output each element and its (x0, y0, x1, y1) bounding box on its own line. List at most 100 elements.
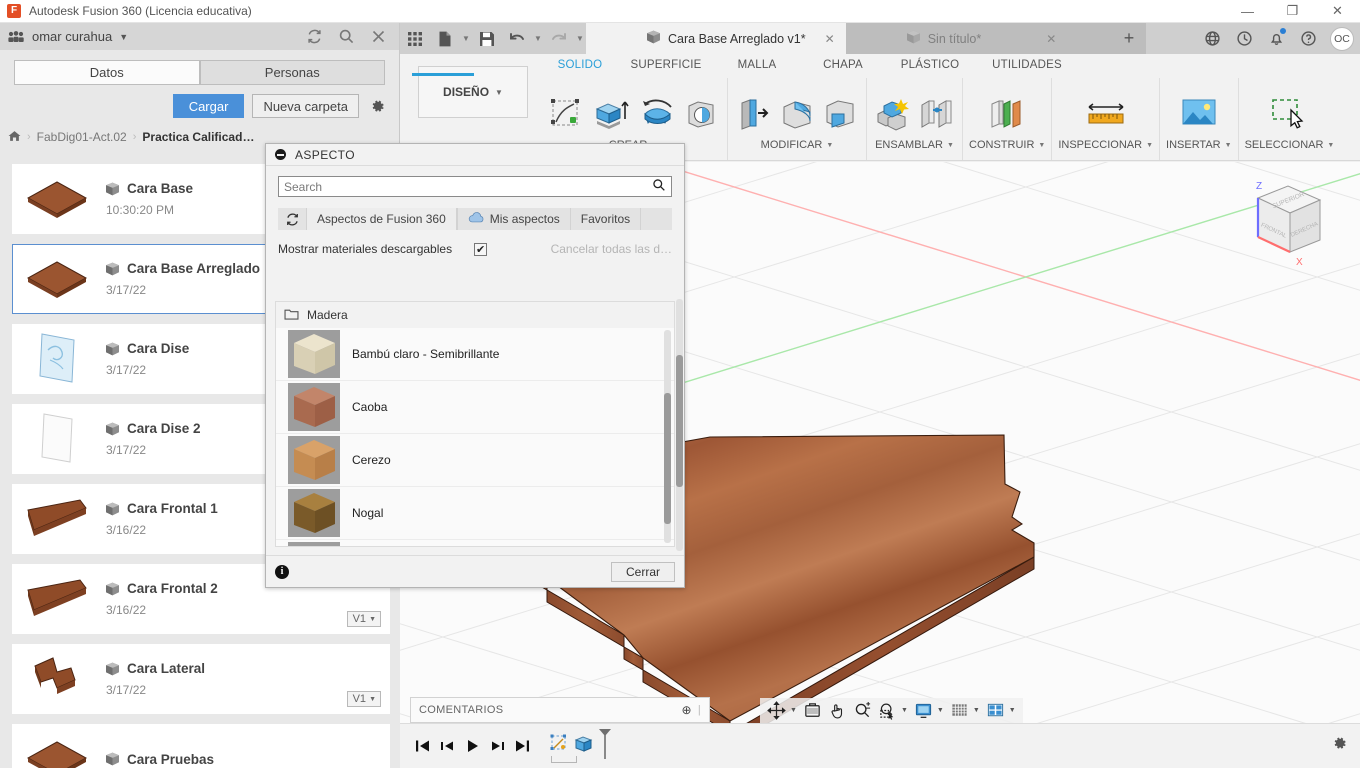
aspecto-dialog[interactable]: ASPECTO Aspectos de Fusion 360 Mis aspec… (265, 143, 685, 588)
material-rows[interactable]: Bambú claro - SemibrillanteCaobaCerezoNo… (276, 328, 674, 547)
sketch-feature-icon[interactable] (549, 733, 571, 758)
insert-image-icon[interactable] (1176, 92, 1222, 136)
material-list-scrollbar[interactable] (664, 330, 671, 543)
timeline-marker[interactable] (597, 728, 613, 763)
chevron-down-icon[interactable]: ▼ (574, 34, 586, 43)
refresh-icon[interactable] (305, 28, 323, 46)
play-icon[interactable] (460, 731, 485, 761)
zoom-window-icon[interactable] (875, 698, 900, 723)
undo-icon[interactable] (502, 23, 532, 54)
search-input[interactable] (284, 180, 652, 194)
close-icon[interactable]: ✕ (1315, 0, 1360, 23)
material-row[interactable]: Bambú claro - Semibrillante (276, 328, 674, 381)
comments-bar[interactable]: COMENTARIOS ⊕ | (410, 697, 710, 723)
chevron-down-icon[interactable]: ▼ (972, 707, 983, 714)
restore-icon[interactable]: ❐ (1270, 0, 1315, 23)
breadcrumb-item-0[interactable]: FabDig01-Act.02 (37, 130, 127, 144)
extrude-icon[interactable] (589, 92, 635, 136)
collapse-icon[interactable] (275, 149, 286, 160)
material-list-scrollbar-thumb[interactable] (664, 393, 671, 524)
material-row[interactable]: Pino (276, 540, 674, 547)
hole-icon[interactable] (681, 92, 721, 136)
comments-resize-handle[interactable]: | (698, 704, 701, 716)
tab-aspectos-de-fusion-360[interactable]: Aspectos de Fusion 360 (306, 208, 457, 230)
ribbon-tab-solido[interactable]: SOLIDO (540, 59, 620, 71)
revolve-icon[interactable] (638, 92, 678, 136)
timeline-settings-icon[interactable] (1331, 735, 1348, 757)
add-comment-icon[interactable]: ⊕ (681, 703, 691, 717)
refresh-icon[interactable] (278, 208, 306, 230)
ribbon-tab-utilidades[interactable]: UTILIDADES (976, 59, 1078, 71)
aspecto-material-list[interactable]: Madera Bambú claro - SemibrillanteCaobaC… (275, 301, 675, 547)
search-icon[interactable] (652, 178, 666, 195)
close-icon[interactable]: ✕ (1046, 32, 1056, 46)
material-row[interactable]: Nogal (276, 487, 674, 540)
version-dropdown[interactable]: V1▼ (347, 691, 381, 707)
new-component-icon[interactable] (873, 92, 913, 136)
notifications-bell-icon[interactable] (1260, 23, 1292, 54)
upload-button[interactable]: Cargar (173, 94, 245, 118)
chevron-down-icon[interactable]: ▼ (789, 707, 800, 714)
extrude-feature-icon[interactable] (573, 733, 595, 758)
close-button[interactable]: Cerrar (611, 562, 675, 582)
aspecto-search-box[interactable] (278, 176, 672, 197)
gear-icon[interactable] (367, 96, 387, 116)
app-grid-icon[interactable] (400, 23, 430, 54)
chevron-down-icon[interactable]: ▼ (1008, 707, 1019, 714)
material-row[interactable]: Caoba (276, 381, 674, 434)
window-select-icon[interactable] (1266, 92, 1312, 136)
avatar[interactable]: OC (1330, 27, 1354, 51)
version-dropdown[interactable]: V1▼ (347, 611, 381, 627)
chevron-down-icon[interactable]: ▼ (936, 707, 947, 714)
offset-plane-icon[interactable] (984, 92, 1030, 136)
fillet-icon[interactable] (777, 92, 817, 136)
home-icon[interactable] (8, 130, 21, 145)
ribbon-tab-superficie[interactable]: SUPERFICIE (620, 59, 712, 71)
search-icon[interactable] (337, 28, 355, 46)
orbit-icon[interactable] (764, 698, 789, 723)
chevron-down-icon[interactable]: ▼ (119, 32, 128, 42)
close-panel-icon[interactable] (369, 28, 387, 46)
pan-icon[interactable] (825, 698, 850, 723)
document-tab-0[interactable]: Cara Base Arreglado v1* ✕ (586, 23, 846, 54)
tab-mis-aspectos[interactable]: Mis aspectos (457, 208, 571, 230)
ribbon-tab-malla[interactable]: MALLA (712, 59, 802, 71)
help-icon[interactable] (1292, 23, 1324, 54)
new-tab-plus-icon[interactable]: + (1112, 23, 1146, 54)
close-icon[interactable]: ✕ (825, 32, 835, 46)
aspecto-dialog-scrollbar-thumb[interactable] (676, 355, 683, 487)
document-tab-1[interactable]: Sin título* ✕ (846, 23, 1112, 54)
go-to-beginning-icon[interactable] (410, 731, 435, 761)
grid-snaps-icon[interactable] (947, 698, 972, 723)
step-back-icon[interactable] (435, 731, 460, 761)
tab-personas[interactable]: Personas (200, 60, 386, 85)
press-pull-icon[interactable] (734, 92, 774, 136)
viewports-icon[interactable] (983, 698, 1008, 723)
step-forward-icon[interactable] (485, 731, 510, 761)
aspecto-dialog-scrollbar[interactable] (676, 299, 683, 551)
joint-icon[interactable] (916, 92, 956, 136)
measure-icon[interactable] (1083, 92, 1129, 136)
shell-icon[interactable] (820, 92, 860, 136)
redo-icon[interactable] (544, 23, 574, 54)
ribbon-tab-plastico[interactable]: PLÁSTICO (884, 59, 976, 71)
tab-datos[interactable]: Datos (14, 60, 200, 85)
new-file-icon[interactable] (430, 23, 460, 54)
minimize-icon[interactable]: — (1225, 0, 1270, 23)
look-at-icon[interactable] (800, 698, 825, 723)
job-status-icon[interactable] (1228, 23, 1260, 54)
breadcrumb-item-1[interactable]: Practica Calificad… (142, 130, 254, 144)
display-settings-icon[interactable] (911, 698, 936, 723)
list-item[interactable]: Cara Lateral3/17/22V1▼ (12, 644, 390, 714)
zoom-icon[interactable] (850, 698, 875, 723)
list-item[interactable]: Cara Pruebas (12, 724, 390, 768)
aspecto-dialog-title-bar[interactable]: ASPECTO (266, 144, 684, 165)
save-icon[interactable] (472, 23, 502, 54)
view-cube[interactable]: SUPERIOR FRONTAL DERECHA Z X (1228, 172, 1338, 277)
cancel-downloads-link[interactable]: Cancelar todas las d… (551, 242, 672, 256)
account-name[interactable]: omar curahua (32, 29, 112, 44)
new-folder-button[interactable]: Nueva carpeta (252, 94, 359, 118)
globe-icon[interactable] (1196, 23, 1228, 54)
chevron-down-icon[interactable]: ▼ (460, 34, 472, 43)
info-icon[interactable]: i (275, 565, 289, 579)
